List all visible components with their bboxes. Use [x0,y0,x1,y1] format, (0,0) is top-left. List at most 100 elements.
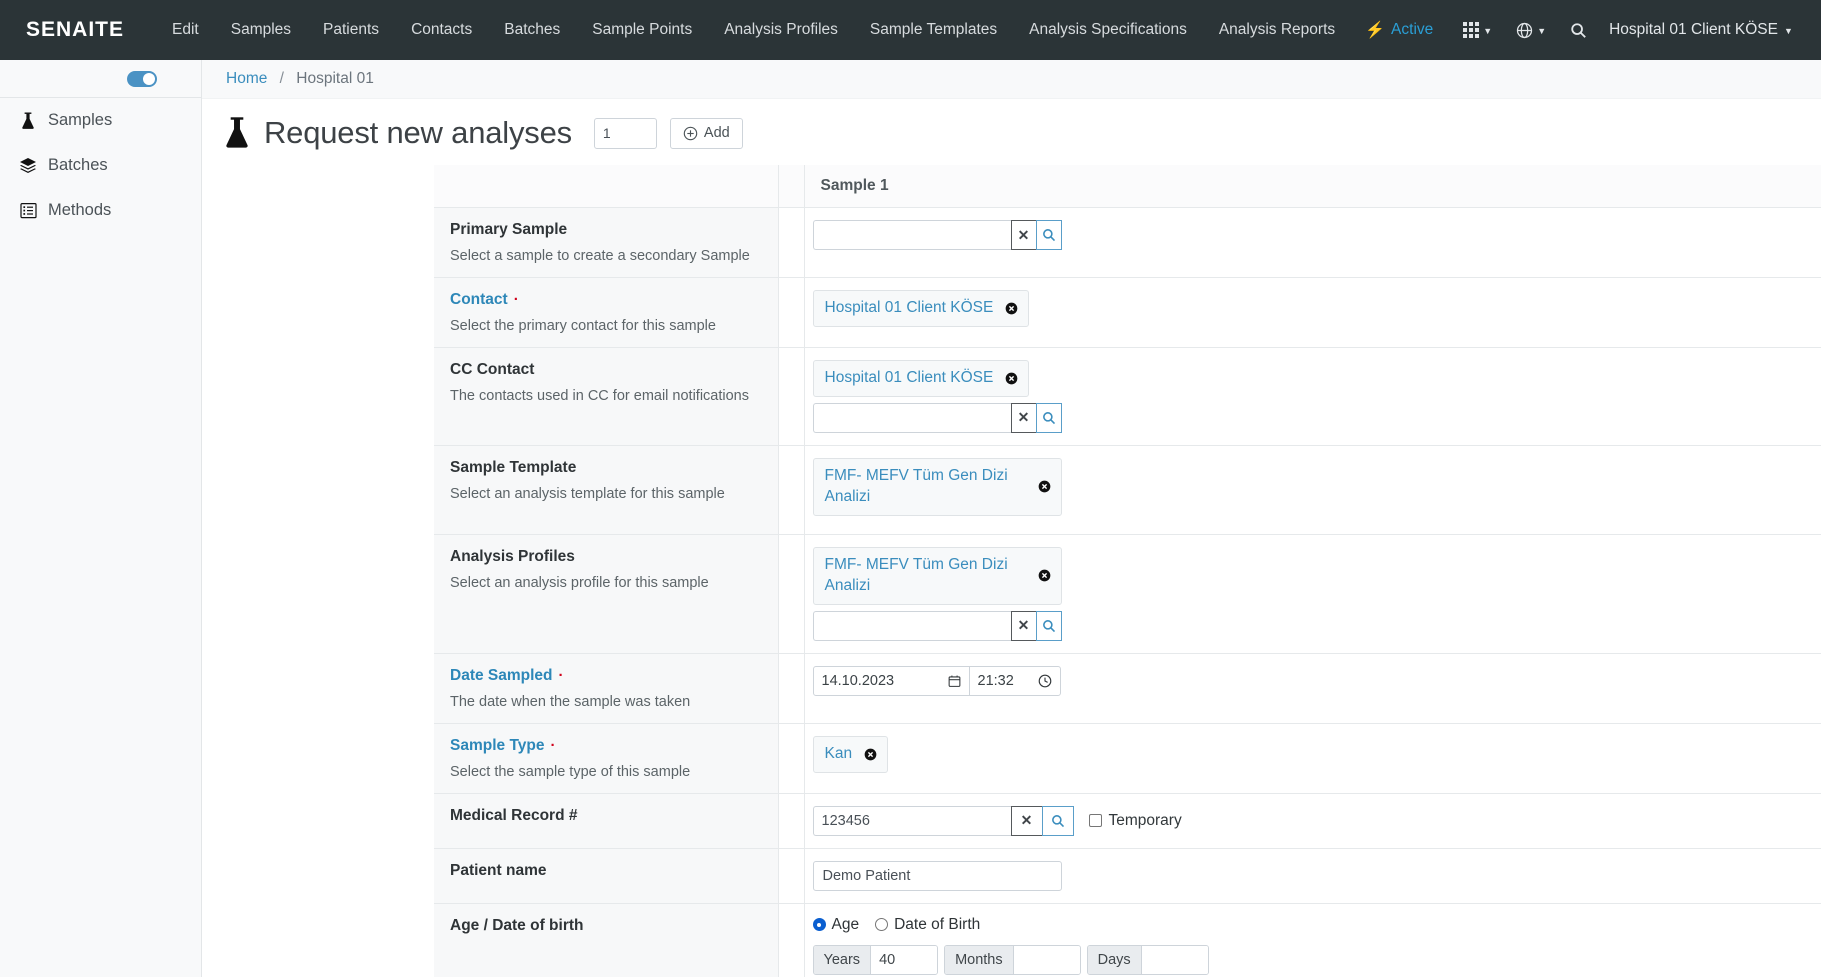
remove-icon[interactable] [1038,569,1051,582]
label-cell-patient-name: Patient name [434,848,779,904]
field-label-text: Date Sampled [450,666,553,684]
nav-item-analysis-profiles[interactable]: Analysis Profiles [708,15,854,45]
search-button[interactable] [1035,220,1062,250]
add-button-label: Add [703,125,730,141]
value-cell-sample-template: FMF- MEFV Tüm Gen Dizi Analizi [804,445,1821,535]
contact-chip[interactable]: Hospital 01 Client KÖSE [812,290,1030,327]
sidebar-collapse-toggle[interactable] [127,70,157,87]
medical-record-input[interactable] [812,805,1011,836]
field-label: Patient name [450,861,547,879]
clear-button[interactable]: ✕ [1010,220,1037,250]
field-description: Select an analysis profile for this samp… [450,574,709,591]
date-sampled-date-input[interactable]: 14.10.2023 [812,665,970,696]
nav-item-analysis-reports[interactable]: Analysis Reports [1203,15,1351,45]
gap-cell [778,445,805,535]
nav-item-samples[interactable]: Samples [215,15,307,45]
chevron-down-icon: ▼ [1783,26,1793,36]
nav-item-analysis-specifications[interactable]: Analysis Specifications [1013,15,1203,45]
cc-contact-search-input[interactable] [812,402,1011,433]
age-months-group: Months [944,944,1081,975]
remove-icon[interactable] [1038,480,1051,493]
nav-item-sample-templates[interactable]: Sample Templates [854,15,1013,45]
value-cell-date-sampled: 14.10.2023 21:32 [804,653,1821,724]
label-cell-date-sampled: Date Sampled · The date when the sample w… [434,653,779,724]
days-input[interactable] [1141,945,1208,974]
field-description: The date when the sample was taken [450,693,691,710]
nav-item-patients[interactable]: Patients [307,15,395,45]
field-description: The contacts used in CC for email notifi… [450,388,749,404]
calendar-icon[interactable] [948,674,961,688]
analysis-profiles-search-input[interactable] [812,610,1011,641]
top-navbar: SENAITE Edit Samples Patients Contacts B… [0,0,1821,60]
label-cell-sample-type: Sample Type · Select the sample type of t… [434,723,779,794]
field-label[interactable]: Sample Type · [450,737,762,755]
field-description: Select the primary contact for this samp… [450,318,716,334]
chip-label: Kan [824,744,853,762]
clear-button[interactable]: ✕ [1010,805,1043,836]
search-button[interactable] [1035,402,1062,433]
apps-grid-menu[interactable]: ▼ [1455,18,1500,42]
sample-count-input[interactable] [593,117,657,149]
sidebar-item-methods[interactable]: Methods [0,188,201,233]
age-inputs-row: Years Months Days [812,944,1812,975]
date-sampled-group: 14.10.2023 21:32 [812,665,1062,696]
layers-icon [18,157,38,175]
remove-icon[interactable] [1005,372,1018,385]
table-row: Analysis Profiles Select an analysis pro… [434,534,1821,654]
table-row: CC Contact The contacts used in CC for e… [434,347,1821,446]
globe-icon [1516,22,1533,39]
breadcrumb: Home / Hospital 01 [202,60,1821,99]
date-sampled-time-input[interactable]: 21:32 [968,665,1061,696]
chip-label: FMF- MEFV Tüm Gen Dizi Analizi [824,555,1008,594]
senaite-logo[interactable]: SENAITE [16,18,124,42]
user-account-label: Hospital 01 Client KÖSE [1609,21,1778,38]
sidebar-item-batches[interactable]: Batches [0,143,201,188]
chevron-down-icon: ▼ [1483,26,1493,36]
years-input[interactable] [871,945,938,974]
field-label[interactable]: Contact · [450,291,762,309]
nav-item-sample-points[interactable]: Sample Points [576,15,708,45]
value-cell-sample-type: Kan [804,723,1821,794]
primary-sample-search-input[interactable] [812,220,1011,250]
primary-sample-search-group: ✕ [812,220,1062,250]
remove-icon[interactable] [1005,302,1018,315]
user-account-menu[interactable]: Hospital 01 Client KÖSE ▼ [1603,17,1799,43]
status-filter-active[interactable]: ⚡ Active [1351,14,1447,46]
search-button[interactable] [1041,805,1074,836]
months-input[interactable] [1013,945,1080,974]
field-label[interactable]: Date Sampled · [450,667,762,685]
patient-name-input[interactable] [812,860,1062,891]
nav-item-batches[interactable]: Batches [488,15,576,45]
radio-age[interactable] [812,918,826,932]
years-label: Years [813,945,872,974]
sample-type-chip[interactable]: Kan [812,735,889,773]
temporary-checkbox-group[interactable]: Temporary [1088,812,1182,830]
analysis-profile-chip[interactable]: FMF- MEFV Tüm Gen Dizi Analizi [812,546,1062,605]
table-header-row: Sample 1 [434,165,1821,208]
value-cell-medical-record: ✕ Temporary [804,793,1821,849]
table-row: Contact · Select the primary contact for … [434,277,1821,348]
analysis-profiles-search-group: ✕ [812,610,1062,641]
clear-button[interactable]: ✕ [1010,610,1037,641]
field-label: Primary Sample [450,221,568,238]
remove-icon[interactable] [864,748,877,761]
nav-item-contacts[interactable]: Contacts [395,15,488,45]
label-cell-sample-template: Sample Template Select an analysis templ… [434,445,779,535]
search-icon [1570,22,1587,39]
cc-contact-chip[interactable]: Hospital 01 Client KÖSE [812,360,1030,397]
search-button[interactable] [1562,18,1595,43]
clock-icon[interactable] [1038,674,1052,688]
search-button[interactable] [1035,610,1062,641]
gap-cell [778,207,805,278]
sidebar: Samples Batches Methods [0,60,202,977]
sample-template-chip[interactable]: FMF- MEFV Tüm Gen Dizi Analizi [812,457,1062,516]
language-menu[interactable]: ▼ [1508,18,1554,43]
add-button[interactable]: Add [669,117,743,149]
value-cell-contact: Hospital 01 Client KÖSE [804,277,1821,348]
sidebar-item-samples[interactable]: Samples [0,98,201,143]
clear-button[interactable]: ✕ [1010,402,1037,433]
radio-date-of-birth[interactable] [875,918,889,932]
breadcrumb-home[interactable]: Home [226,70,267,87]
nav-item-edit[interactable]: Edit [156,15,215,45]
temporary-checkbox[interactable] [1088,814,1102,828]
